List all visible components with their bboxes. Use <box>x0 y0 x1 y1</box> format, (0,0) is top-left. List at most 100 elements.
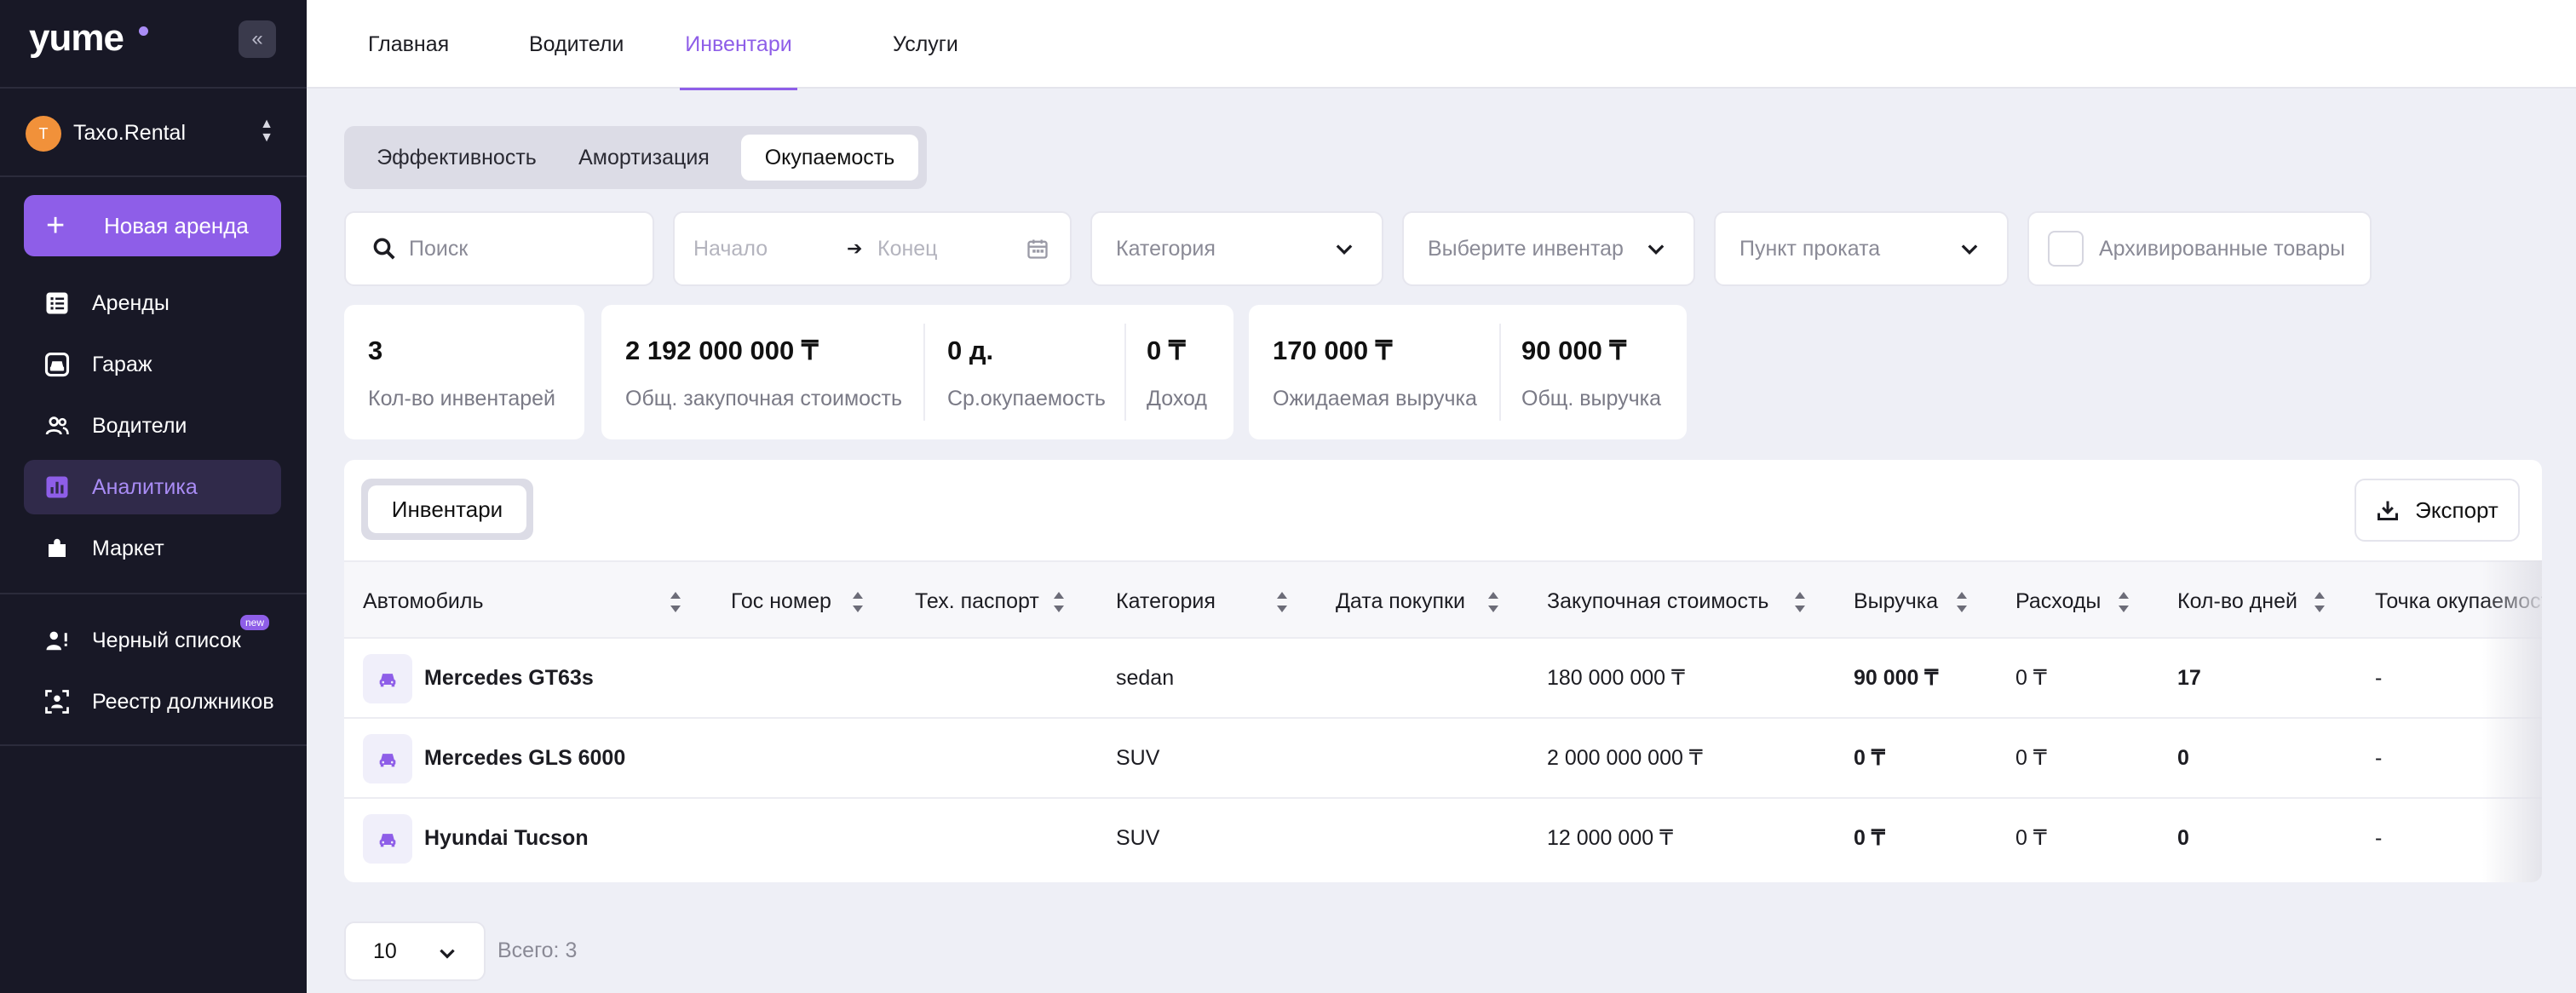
collapse-sidebar-button[interactable]: « <box>239 20 276 58</box>
cell-purchase-cost: 180 000 000 ₸ <box>1547 666 1685 690</box>
sidebar-item-analytics[interactable]: Аналитика <box>24 460 281 514</box>
cell-days: 17 <box>2177 665 2201 690</box>
column-header-plate[interactable]: Гос номер <box>731 562 831 640</box>
chevron-down-icon <box>1336 244 1353 255</box>
puzzle-icon <box>44 536 70 561</box>
sort-icon[interactable] <box>1053 588 1065 617</box>
sort-icon[interactable] <box>1276 588 1288 617</box>
date-end-input[interactable]: Конец <box>877 237 938 261</box>
category-select[interactable]: Категория <box>1090 211 1383 286</box>
stat-value: 90 000 ₸ <box>1521 336 1627 365</box>
tab-services[interactable]: Услуги <box>893 0 958 89</box>
column-header-purchase-cost[interactable]: Закупочная стоимость <box>1547 562 1768 640</box>
rental-point-select-label: Пункт проката <box>1739 236 1881 261</box>
stat-label: Ср.окупаемость <box>947 387 1106 410</box>
column-header-revenue[interactable]: Выручка <box>1854 562 1938 640</box>
column-header-car[interactable]: Автомобиль <box>363 562 483 640</box>
sidebar-item-drivers[interactable]: Водители <box>24 399 281 453</box>
table-row[interactable]: Mercedes GT63s sedan 180 000 000 ₸ 90 00… <box>344 639 2542 719</box>
tab-label: Водители <box>529 32 624 56</box>
cell-revenue: 0 ₸ <box>1854 746 1885 770</box>
cell-revenue: 90 000 ₸ <box>1854 666 1939 690</box>
cell-expenses: 0 ₸ <box>2015 666 2047 690</box>
new-rent-button[interactable]: + Новая аренда <box>24 195 281 256</box>
segment-depreciation[interactable]: Амортизация <box>566 135 722 181</box>
tab-label: Инвентари <box>685 32 792 56</box>
calendar-icon[interactable] <box>1026 237 1049 261</box>
stat-label: Общ. закупочная стоимость <box>625 387 903 410</box>
table-row[interactable]: Mercedes GLS 6000 SUV 2 000 000 000 ₸ 0 … <box>344 719 2542 799</box>
cell-category: sedan <box>1116 665 1175 690</box>
cell-days: 0 <box>2177 825 2189 850</box>
divider <box>1499 324 1501 421</box>
stat-value: 3 <box>368 336 383 365</box>
date-start-input[interactable]: Начало <box>693 237 768 261</box>
sidebar-item-garage[interactable]: Гараж <box>24 337 281 392</box>
sort-icon[interactable] <box>2314 588 2326 617</box>
column-header-expenses[interactable]: Расходы <box>2015 562 2101 640</box>
sidebar-item-market[interactable]: Маркет <box>24 521 281 576</box>
stat-label: Кол-во инвентарей <box>368 387 556 410</box>
page-size-select[interactable]: 10 <box>344 921 486 981</box>
sidebar-item-blacklist[interactable]: Черный список new <box>24 613 281 668</box>
column-header-days[interactable]: Кол-во дней <box>2177 562 2297 640</box>
sidebar-item-debtors[interactable]: Реестр должников <box>24 674 281 729</box>
stat-value: 0 ₸ <box>1147 336 1186 365</box>
plus-icon: + <box>46 208 66 244</box>
inventory-select[interactable]: Выберите инвентарь <box>1402 211 1695 286</box>
chevron-down-icon <box>1961 244 1978 255</box>
search-input[interactable]: Поиск <box>344 211 654 286</box>
sort-icon[interactable] <box>1794 588 1806 617</box>
users-icon <box>44 413 70 439</box>
archived-checkbox[interactable] <box>2048 231 2084 267</box>
sort-icon[interactable] <box>1487 588 1499 617</box>
sort-icon[interactable] <box>670 588 681 617</box>
org-switch-icon[interactable]: ▲ ▼ <box>257 118 276 152</box>
table-row[interactable]: Hyundai Tucson SUV 12 000 000 ₸ 0 ₸ 0 ₸ … <box>344 799 2542 879</box>
export-button[interactable]: Экспорт <box>2355 479 2520 542</box>
search-placeholder: Поиск <box>409 236 469 261</box>
cell-car[interactable]: Mercedes GLS 6000 <box>424 719 625 797</box>
tab-inventory[interactable]: Инвентари <box>680 0 797 90</box>
sort-icon[interactable] <box>2118 588 2130 617</box>
segment-payback[interactable]: Окупаемость <box>741 135 918 181</box>
column-header-category[interactable]: Категория <box>1116 562 1216 640</box>
date-range-picker[interactable]: Начало ➔ Конец <box>673 211 1072 286</box>
rental-point-select[interactable]: Пункт проката <box>1714 211 2009 286</box>
stat-card-inventory-count: 3 Кол-во инвентарей <box>344 305 584 439</box>
column-header-purchase-date[interactable]: Дата покупки <box>1336 562 1465 640</box>
category-select-label: Категория <box>1116 236 1216 261</box>
column-header-passport[interactable]: Тех. паспорт <box>915 562 1039 640</box>
page-size-value: 10 <box>373 938 397 963</box>
tab-home[interactable]: Главная <box>368 0 449 89</box>
car-icon <box>363 734 412 783</box>
table-header: Автомобиль Гос номер Тех. паспорт Катего… <box>344 560 2542 639</box>
tab-drivers[interactable]: Водители <box>529 0 624 89</box>
arrow-right-icon: ➔ <box>847 238 863 259</box>
car-icon <box>363 814 412 864</box>
export-label: Экспорт <box>2415 496 2498 523</box>
chevron-down-icon <box>440 949 455 959</box>
car-icon <box>363 654 412 703</box>
stat-label: Общ. выручка <box>1521 387 1662 410</box>
sidebar-item-label: Реестр должников <box>92 689 274 714</box>
logo-dot <box>139 26 148 36</box>
sidebar-item-label: Черный список <box>92 628 241 652</box>
download-icon <box>2378 501 2399 521</box>
sort-icon[interactable] <box>1956 588 1968 617</box>
org-name[interactable]: Taxo.Rental <box>73 121 186 146</box>
list-icon <box>44 290 70 316</box>
cell-payback-point: - <box>2375 745 2383 770</box>
sort-icon[interactable] <box>852 588 864 617</box>
archived-toggle[interactable]: Архивированные товары <box>2027 211 2372 286</box>
segment-efficiency[interactable]: Эффективность <box>356 135 557 181</box>
cell-days: 0 <box>2177 745 2189 770</box>
divider <box>0 593 307 594</box>
new-rent-label: Новая аренда <box>104 212 249 238</box>
cell-car[interactable]: Hyundai Tucson <box>424 799 589 877</box>
sidebar-item-rentals[interactable]: Аренды <box>24 276 281 330</box>
logo: yume <box>29 17 124 59</box>
tab-inventories[interactable]: Инвентари <box>368 485 526 533</box>
stat-card-finance: 2 192 000 000 ₸ Общ. закупочная стоимост… <box>601 305 1233 439</box>
cell-car[interactable]: Mercedes GT63s <box>424 639 594 717</box>
